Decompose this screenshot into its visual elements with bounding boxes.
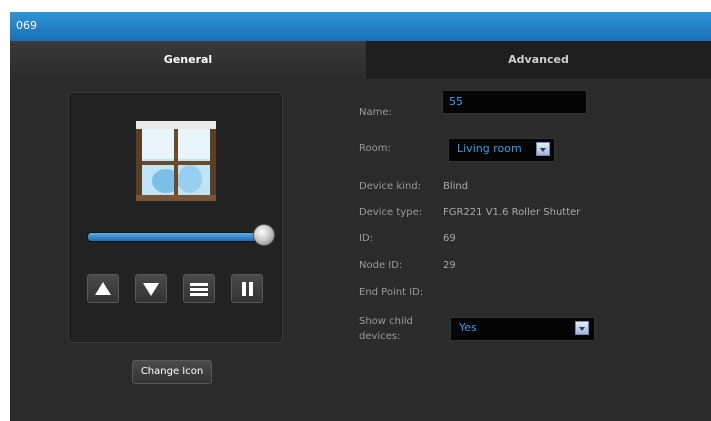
chevron-down-icon[interactable] — [536, 142, 550, 156]
show-child-devices-label: Show child devices: — [359, 316, 413, 342]
device-type-value: FGR221 V1.6 Roller Shutter — [443, 207, 581, 218]
open-up-icon — [95, 282, 111, 295]
end-point-id-label: End Point ID: — [359, 287, 424, 298]
id-value: 69 — [443, 233, 456, 244]
room-select-value: Living room — [457, 142, 522, 155]
title-bar: 069 — [10, 12, 711, 41]
tab-bar: General Advanced — [10, 41, 711, 79]
node-id-value: 29 — [443, 260, 456, 271]
close-down-button[interactable] — [135, 274, 167, 303]
name-label: Name: — [359, 107, 392, 118]
open-up-button[interactable] — [87, 274, 119, 303]
chevron-down-icon[interactable] — [575, 321, 589, 335]
room-label: Room: — [359, 143, 391, 154]
device-control-box — [68, 92, 283, 343]
name-input[interactable]: 55 — [442, 90, 587, 114]
room-select[interactable]: Living room — [448, 138, 555, 162]
show-child-devices-select[interactable]: Yes — [450, 317, 595, 341]
device-type-label: Device type: — [359, 207, 423, 218]
window-title: 069 — [16, 19, 37, 32]
device-kind-label: Device kind: — [359, 181, 422, 192]
tab-advanced[interactable]: Advanced — [366, 41, 711, 79]
menu-button[interactable] — [183, 274, 215, 303]
close-down-icon — [143, 283, 159, 296]
level-slider-track[interactable] — [87, 232, 267, 242]
tab-general[interactable]: General — [10, 41, 366, 79]
change-icon-button[interactable]: Change Icon — [132, 360, 212, 384]
window-blind-icon — [136, 121, 216, 201]
device-kind-value: Blind — [443, 181, 469, 192]
show-child-devices-value: Yes — [459, 321, 477, 334]
node-id-label: Node ID: — [359, 260, 403, 271]
pause-icon — [242, 282, 253, 296]
id-label: ID: — [359, 233, 374, 244]
pause-button[interactable] — [231, 274, 263, 303]
level-slider-knob[interactable] — [253, 224, 275, 246]
menu-icon — [190, 283, 208, 296]
